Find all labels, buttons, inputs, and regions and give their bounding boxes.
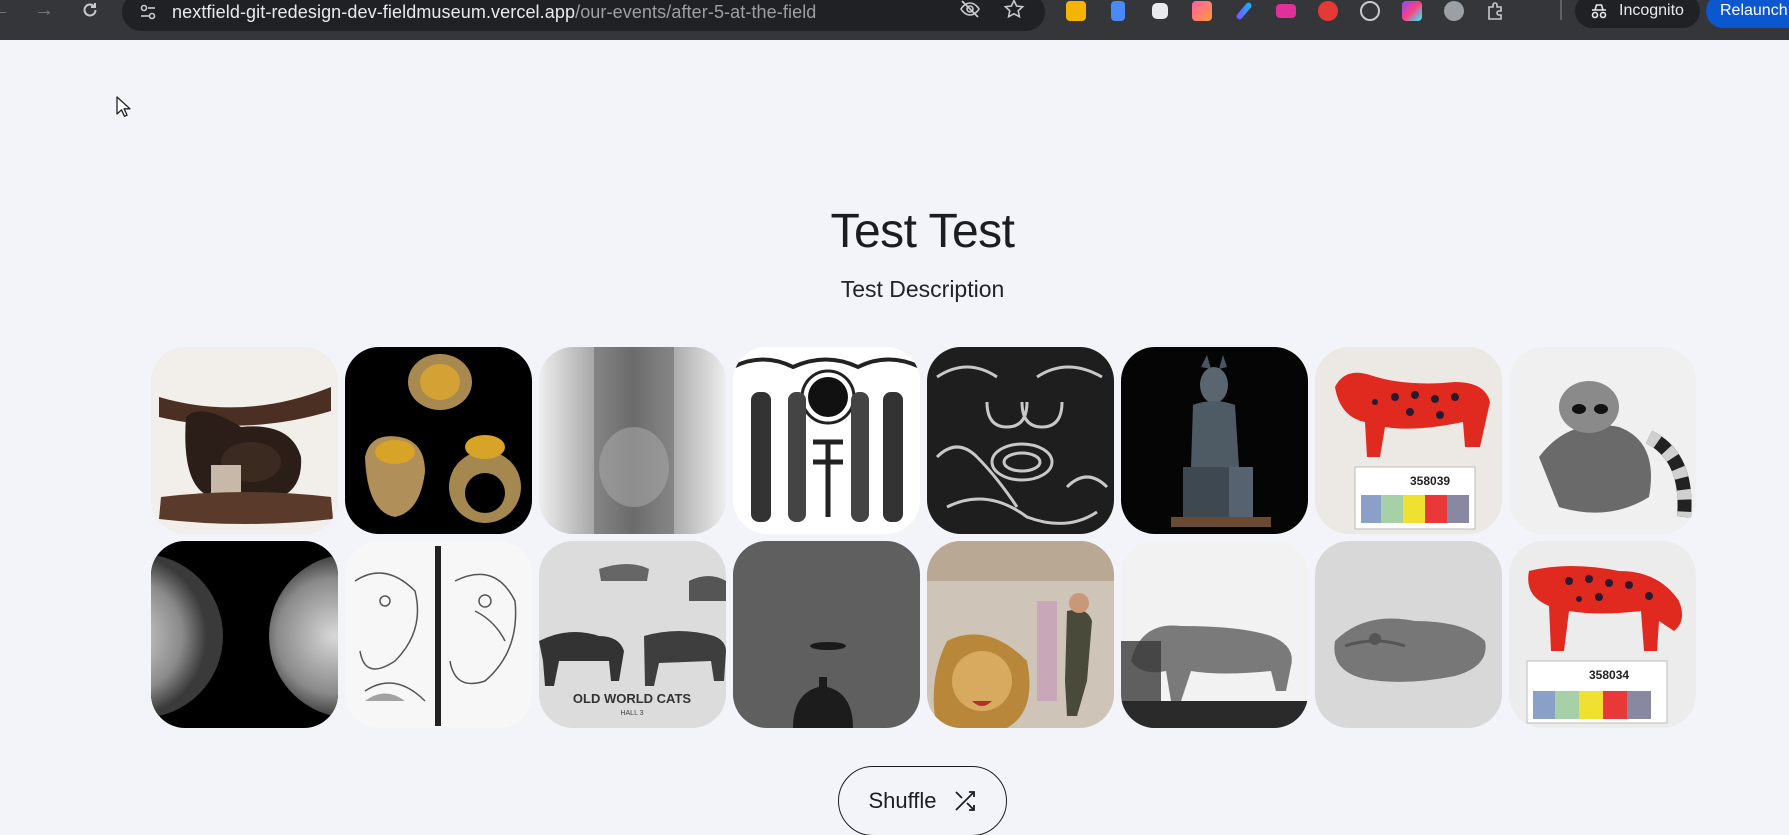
site-info-icon[interactable] — [136, 0, 160, 24]
tiger-rubbing-image — [733, 347, 920, 534]
extension-gradient-icon[interactable] — [1190, 0, 1214, 22]
red-jaguar-figure-image: 358039 — [1315, 347, 1502, 534]
reload-icon — [83, 3, 97, 17]
page-description: Test Description — [840, 276, 1005, 302]
gallery-tile-red-jaguar-figure[interactable]: 358039 — [1315, 347, 1502, 534]
extension-globe-icon[interactable] — [1442, 0, 1466, 22]
extension-files-icon[interactable] — [1106, 0, 1130, 22]
extensions-puzzle-icon[interactable] — [1484, 0, 1508, 22]
incognito-icon — [1591, 4, 1607, 19]
incognito-label: Incognito — [1619, 2, 1684, 19]
relaunch-label: Relaunch t — [1720, 2, 1789, 19]
gallery-tile-stone-animal[interactable] — [1315, 541, 1502, 728]
forward-button[interactable]: → — [24, 0, 64, 28]
gallery-tile-seated-statue[interactable] — [1121, 347, 1308, 534]
gallery-tile-carved-stool[interactable] — [151, 347, 338, 534]
gallery-tile-dark-vessel[interactable] — [733, 541, 920, 728]
exhibit-sign-subtext: HALL 3 — [620, 710, 643, 717]
incognito-badge[interactable]: Incognito — [1575, 0, 1700, 28]
back-button[interactable]: ← — [0, 0, 20, 28]
gallery-tile-old-world-cats[interactable]: OLD WORLD CATS HALL 3 — [539, 541, 726, 728]
gallery-tile-tiger-rubbing[interactable] — [733, 347, 920, 534]
dark-vessel-image — [733, 541, 920, 728]
lion-mount-image — [927, 541, 1114, 728]
gallery-tile-lion-mount[interactable] — [927, 541, 1114, 728]
back-arrow-icon: ← — [0, 0, 10, 21]
url-text: nextfield-git-redesign-dev-fieldmuseum.v… — [172, 1, 817, 22]
extension-red-circle-icon[interactable] — [1316, 0, 1340, 22]
old-world-cats-image: OLD WORLD CATS HALL 3 — [539, 541, 726, 728]
shuffle-label: Shuffle — [868, 788, 937, 813]
gallery-tile-puma-photo[interactable] — [1121, 541, 1308, 728]
cat-drawing-image — [345, 541, 532, 728]
extension-color-icon[interactable] — [1400, 0, 1424, 22]
reload-button[interactable] — [70, 0, 110, 28]
address-bar[interactable]: nextfield-git-redesign-dev-fieldmuseum.v… — [122, 0, 1045, 31]
extension-notes-icon[interactable] — [1064, 0, 1088, 22]
eye-off-icon[interactable] — [957, 0, 983, 22]
tag-number-1: 358039 — [1410, 474, 1450, 488]
relaunch-button[interactable]: Relaunch t — [1706, 0, 1789, 28]
extension-camera-icon[interactable] — [1148, 0, 1172, 22]
carved-stool-image — [151, 347, 338, 534]
gallery-tile-patterned-carving[interactable] — [927, 347, 1114, 534]
patterned-carving-image — [927, 347, 1114, 534]
extension-eyedropper-icon[interactable] — [1232, 0, 1256, 22]
seated-statue-image — [1121, 347, 1308, 534]
tag-number-2: 358034 — [1589, 668, 1629, 682]
extension-video-icon[interactable] — [1274, 0, 1298, 22]
gallery-tile-mummy-figure[interactable] — [539, 347, 726, 534]
browser-toolbar: ← → nextfield-git-redesign-dev-fieldmuse… — [0, 0, 1789, 40]
gallery-tile-red-jaguar-figure-2[interactable]: 358034 — [1509, 541, 1696, 728]
red-jaguar-figure-2-image: 358034 — [1509, 541, 1696, 728]
exhibit-sign-text: OLD WORLD CATS — [573, 691, 692, 706]
mummy-figure-image — [539, 347, 726, 534]
shuffle-icon — [954, 791, 975, 811]
gallery-tile-ringtail-photo[interactable] — [1509, 347, 1696, 534]
gallery-tile-cat-drawing[interactable] — [345, 541, 532, 728]
extension-compass-icon[interactable] — [1358, 0, 1382, 22]
stone-animal-image — [1315, 541, 1502, 728]
puma-photo-image — [1121, 541, 1308, 728]
glass-spheres-image — [151, 541, 338, 728]
toolbar-divider — [1560, 0, 1562, 20]
image-gallery: 358039 OLD WORLD CATS HALL 3 358034 — [151, 347, 1696, 728]
gallery-tile-tiger-eye-rings[interactable] — [345, 347, 532, 534]
forward-arrow-icon: → — [34, 0, 54, 21]
shuffle-button[interactable]: Shuffle — [838, 766, 1007, 835]
ringtail-photo-image — [1509, 347, 1696, 534]
gallery-tile-glass-spheres[interactable] — [151, 541, 338, 728]
tiger-eye-rings-image — [345, 347, 532, 534]
mouse-cursor-icon — [116, 96, 131, 117]
bookmark-star-icon[interactable] — [1001, 0, 1027, 22]
page-title: Test Test — [830, 205, 1015, 258]
